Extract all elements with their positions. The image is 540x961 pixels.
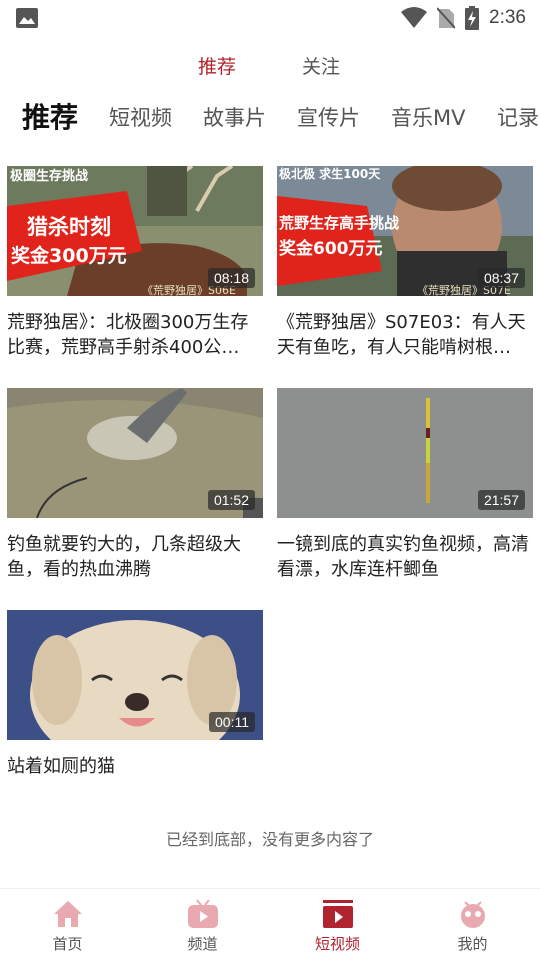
status-time: 2:36 [489, 7, 526, 28]
thumb-text-catch: 猎杀时刻 [27, 215, 111, 239]
thumb-text-challenge: 荒野生存高手挑战 [279, 214, 399, 232]
thumb-text-prize: 奖金300万元 [11, 244, 127, 267]
video-card[interactable]: 猎杀时刻 奖金300万元 极圈生存挑战 《荒野独居》S06E 08:18 荒野独… [7, 166, 263, 360]
category-bar: 推荐 短视频 故事片 宣传片 音乐MV 记录 [0, 92, 540, 140]
nav-profile-label: 我的 [457, 935, 488, 953]
profile-icon [460, 901, 485, 928]
category-recommend[interactable]: 推荐 [22, 96, 78, 136]
short-video-icon [322, 900, 353, 928]
video-card[interactable]: 01:52 钓鱼就要钓大的，几条超级大鱼，看的热血沸腾 [7, 388, 263, 582]
category-music-mv[interactable]: 音乐MV [391, 102, 465, 132]
channel-tv-icon [187, 899, 218, 928]
thumb-text-headline: 极圈生存挑战 [10, 168, 88, 184]
bottom-nav: 首页 频道 短视频 我的 [0, 888, 540, 960]
video-thumbnail[interactable]: 猎杀时刻 奖金300万元 极圈生存挑战 《荒野独居》S06E 08:18 [7, 166, 263, 296]
nav-channel-label: 频道 [187, 935, 218, 953]
thumb-text-prize: 奖金600万元 [279, 238, 383, 259]
category-documentary[interactable]: 记录 [497, 102, 539, 132]
video-thumbnail[interactable]: 21:57 [277, 388, 533, 518]
video-title[interactable]: 一镜到底的真实钓鱼视频，高清看漂，水库连杆鲫鱼 [277, 532, 533, 582]
wifi-icon [401, 7, 428, 28]
video-duration: 00:11 [209, 712, 255, 732]
no-sim-icon [437, 7, 456, 29]
top-tabs: 推荐 关注 [0, 48, 540, 82]
tab-recommend[interactable]: 推荐 [198, 52, 236, 79]
category-story-film[interactable]: 故事片 [203, 102, 266, 132]
video-card[interactable]: 00:11 站着如厕的猫 [7, 610, 263, 804]
category-short-video[interactable]: 短视频 [109, 102, 172, 132]
thumb-text-headline: 极北极 求生100天 [279, 166, 381, 181]
video-card[interactable]: 荒野生存高手挑战 奖金600万元 极北极 求生100天 《荒野独居》S07E 0… [277, 166, 533, 360]
tab-following[interactable]: 关注 [302, 52, 340, 79]
nav-short-video-label: 短视频 [314, 935, 360, 953]
video-duration: 08:18 [207, 268, 255, 288]
video-title[interactable]: 荒野独居》：北极圈300万生存比赛，荒野高手射杀400公… [7, 310, 263, 360]
nav-short-video[interactable]: 短视频 [270, 889, 405, 961]
video-duration: 01:52 [207, 490, 255, 510]
video-thumbnail[interactable]: 荒野生存高手挑战 奖金600万元 极北极 求生100天 《荒野独居》S07E 0… [277, 166, 533, 296]
battery-charging-icon [465, 6, 480, 30]
video-title[interactable]: 钓鱼就要钓大的，几条超级大鱼，看的热血沸腾 [7, 532, 263, 582]
status-bar: 2:36 [0, 0, 540, 36]
video-card[interactable]: 21:57 一镜到底的真实钓鱼视频，高清看漂，水库连杆鲫鱼 [277, 388, 533, 582]
video-duration: 08:37 [477, 268, 525, 288]
video-thumbnail[interactable]: 00:11 [7, 610, 263, 740]
gallery-icon [16, 8, 38, 28]
video-thumbnail[interactable]: 01:52 [7, 388, 263, 518]
video-title[interactable]: 《荒野独居》S07E03：有人天天有鱼吃，有人只能啃树根… [277, 310, 533, 360]
nav-home-label: 首页 [52, 935, 83, 953]
nav-channel[interactable]: 频道 [135, 889, 270, 961]
category-promo-film[interactable]: 宣传片 [297, 102, 360, 132]
home-icon [53, 901, 82, 927]
video-title[interactable]: 站着如厕的猫 [7, 754, 263, 804]
nav-profile[interactable]: 我的 [405, 889, 540, 961]
nav-home[interactable]: 首页 [0, 889, 135, 961]
video-duration: 21:57 [477, 490, 525, 510]
end-of-list-message: 已经到底部，没有更多内容了 [165, 830, 374, 849]
